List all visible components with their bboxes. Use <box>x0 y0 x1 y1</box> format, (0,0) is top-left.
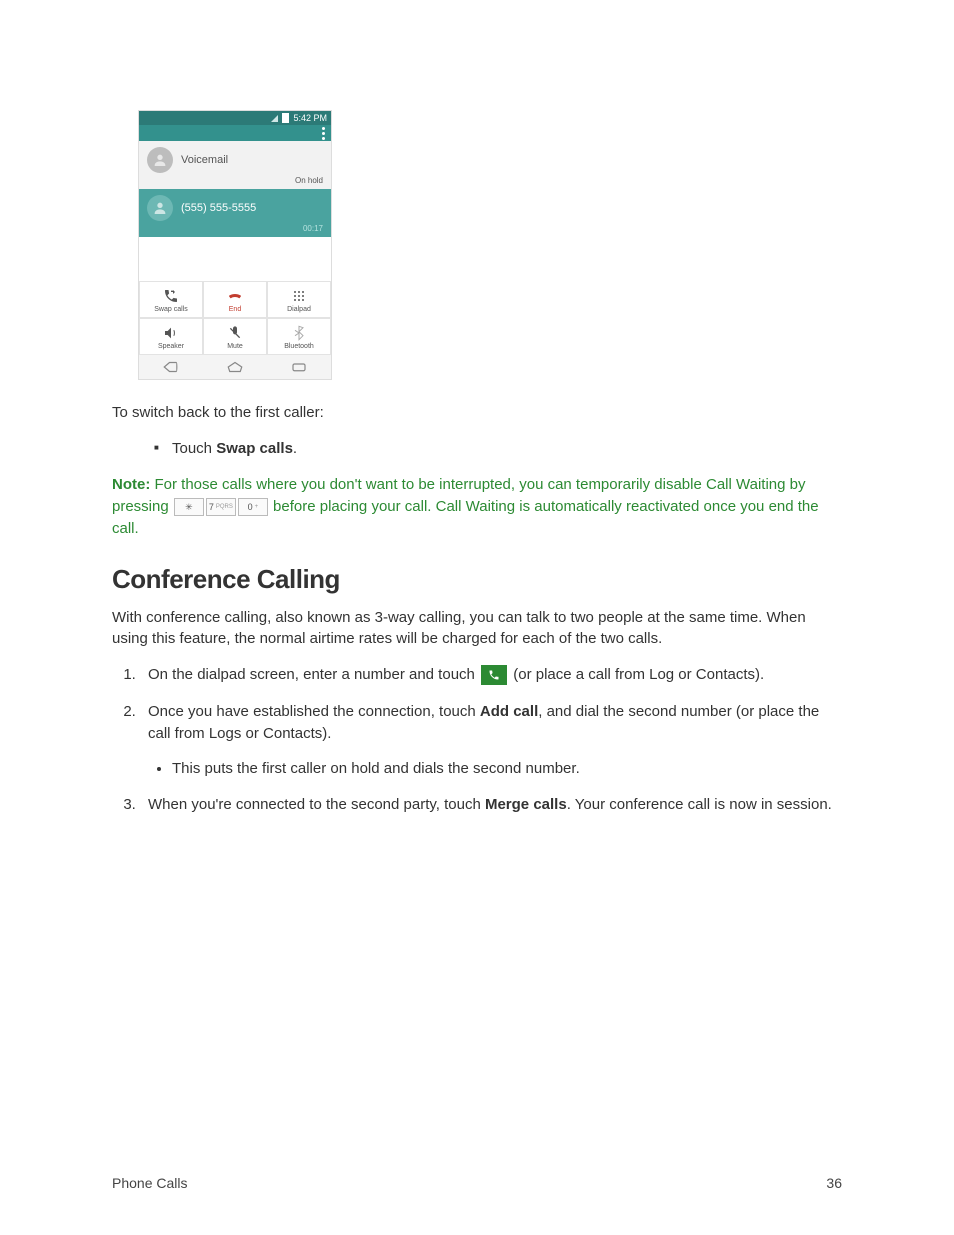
call-row-1: Voicemail On hold <box>139 141 331 189</box>
status-time: 5:42 PM <box>293 113 327 123</box>
step-2: Once you have established the connection… <box>140 701 842 781</box>
step-3: When you're connected to the second part… <box>140 794 842 817</box>
overflow-icon[interactable] <box>322 127 325 140</box>
conference-intro: With conference calling, also known as 3… <box>112 607 842 651</box>
call-2-time: 00:17 <box>303 224 323 233</box>
page-footer: Phone Calls 36 <box>112 1175 842 1191</box>
step-2-sub: This puts the first caller on hold and d… <box>172 758 842 781</box>
swap-calls-button[interactable]: Swap calls <box>139 281 203 318</box>
swap-calls-icon <box>163 288 179 304</box>
conference-calling-heading: Conference Calling <box>112 564 842 595</box>
battery-icon <box>282 113 289 123</box>
call-row-2: (555) 555-5555 00:17 <box>139 189 331 237</box>
speaker-button[interactable]: Speaker <box>139 318 203 355</box>
signal-icon <box>271 115 278 122</box>
dialpad-icon <box>291 288 307 304</box>
note-paragraph: Note: For those calls where you don't wa… <box>112 474 842 539</box>
call-1-name: Voicemail <box>181 154 228 166</box>
footer-section: Phone Calls <box>112 1175 188 1191</box>
swap-calls-bullet: Touch Swap calls. <box>154 438 842 461</box>
note-label: Note: <box>112 476 150 493</box>
end-call-button[interactable]: End <box>203 281 267 318</box>
back-icon[interactable] <box>162 361 180 373</box>
intro-text: To switch back to the first caller: <box>112 402 842 424</box>
mute-icon <box>227 325 243 341</box>
call-2-name: (555) 555-5555 <box>181 202 256 214</box>
bluetooth-icon <box>291 325 307 341</box>
recent-icon[interactable] <box>290 361 308 373</box>
nav-bar <box>139 355 331 379</box>
keycap-star: ✳ <box>174 498 204 516</box>
keycap-7: 7PQRS <box>206 498 236 516</box>
home-icon[interactable] <box>226 361 244 373</box>
status-bar: 5:42 PM <box>139 111 331 125</box>
end-call-icon <box>227 288 243 304</box>
avatar-icon <box>147 195 173 221</box>
phone-screenshot: 5:42 PM Voicemail On hold (555) 555-5555… <box>138 110 332 380</box>
footer-page: 36 <box>826 1175 842 1191</box>
speaker-icon <box>163 325 179 341</box>
dialpad-button[interactable]: Dialpad <box>267 281 331 318</box>
step-1: On the dialpad screen, enter a number an… <box>140 664 842 687</box>
avatar-icon <box>147 147 173 173</box>
app-bar <box>139 125 331 141</box>
steps-list: On the dialpad screen, enter a number an… <box>112 664 842 817</box>
bluetooth-button[interactable]: Bluetooth <box>267 318 331 355</box>
call-1-status: On hold <box>295 176 323 185</box>
mute-button[interactable]: Mute <box>203 318 267 355</box>
call-icon <box>481 665 507 685</box>
keycap-0: 0+ <box>238 498 268 516</box>
